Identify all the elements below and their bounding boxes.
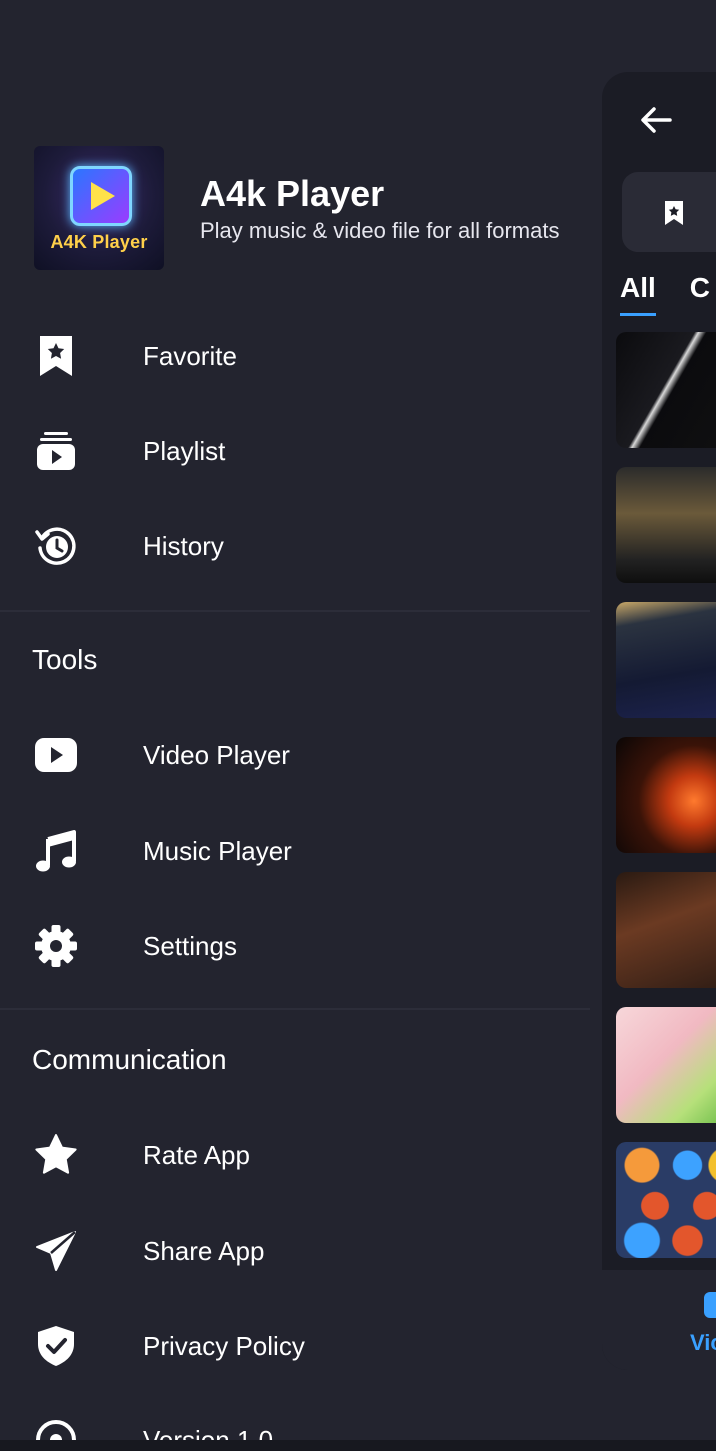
video-player-icon [34, 733, 78, 777]
video-thumbnail[interactable] [616, 602, 716, 718]
video-thumbnail-list [616, 332, 716, 1277]
play-icon [91, 182, 115, 210]
video-thumbnail[interactable] [616, 872, 716, 988]
app-subtitle: Play music & video file for all formats [200, 218, 560, 243]
star-icon [34, 1133, 78, 1177]
menu-label-favorite: Favorite [143, 340, 237, 371]
menu-label-history: History [143, 530, 224, 561]
menu-item-history[interactable]: History [0, 506, 590, 586]
menu-item-rate-app[interactable]: Rate App [0, 1115, 590, 1195]
video-thumbnail[interactable] [616, 332, 716, 448]
menu-label-settings: Settings [143, 930, 237, 961]
favorite-chip[interactable]: F [622, 172, 716, 252]
bookmark-star-icon [662, 200, 686, 226]
send-icon [34, 1229, 78, 1273]
video-thumbnail[interactable] [616, 467, 716, 583]
menu-item-music-player[interactable]: Music Player [0, 811, 590, 891]
video-tab-icon[interactable] [704, 1292, 716, 1318]
system-navigation-bar [0, 1440, 716, 1451]
menu-item-playlist[interactable]: Playlist [0, 411, 590, 491]
menu-item-share-app[interactable]: Share App [0, 1211, 590, 1291]
menu-label-share-app: Share App [143, 1235, 265, 1266]
navigation-drawer: A4K Player A4k Player Play music & video… [0, 0, 590, 1451]
bottom-navigation: Vic [602, 1270, 716, 1370]
menu-item-settings[interactable]: Settings [0, 906, 590, 986]
divider [0, 610, 590, 612]
video-thumbnail[interactable] [616, 1142, 716, 1258]
section-title-communication: Communication [32, 1044, 227, 1075]
menu-item-video-player[interactable]: Video Player [0, 715, 590, 795]
logo-text: A4K Player [50, 232, 148, 252]
app-logo: A4K Player [34, 146, 164, 270]
menu-label-music-player: Music Player [143, 835, 292, 866]
shield-check-icon [34, 1324, 78, 1368]
app-header: A4K Player A4k Player Play music & video… [34, 146, 559, 270]
background-screen: F All C Vic [602, 72, 716, 1370]
history-icon [34, 524, 78, 568]
video-thumbnail[interactable] [616, 1007, 716, 1123]
tab-all[interactable]: All [620, 272, 656, 316]
bookmark-star-icon [34, 334, 78, 378]
music-note-icon [34, 829, 78, 873]
menu-label-playlist: Playlist [143, 435, 226, 466]
menu-label-video-player: Video Player [143, 739, 290, 770]
video-thumbnail[interactable] [616, 737, 716, 853]
menu-item-favorite[interactable]: Favorite [0, 316, 590, 396]
tab-c[interactable]: C [690, 272, 710, 316]
bottom-nav-video-label[interactable]: Vic [690, 1330, 716, 1356]
app-info: A4k Player Play music & video file for a… [200, 172, 559, 244]
menu-label-privacy-policy: Privacy Policy [143, 1330, 305, 1361]
menu-label-rate-app: Rate App [143, 1139, 250, 1170]
gear-icon [34, 924, 78, 968]
divider [0, 1008, 590, 1010]
app-title: A4k Player [200, 173, 385, 214]
media-tabs: All C [620, 272, 710, 316]
menu-item-privacy-policy[interactable]: Privacy Policy [0, 1306, 590, 1386]
back-arrow-icon[interactable] [638, 102, 674, 138]
section-title-tools: Tools [32, 644, 98, 675]
playlist-icon [34, 429, 78, 473]
